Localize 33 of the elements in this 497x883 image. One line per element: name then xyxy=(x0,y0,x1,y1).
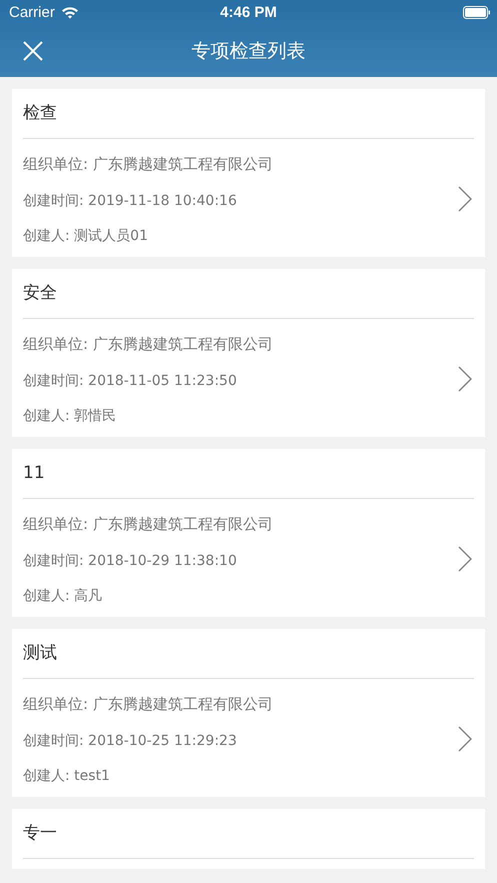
inspection-card[interactable]: 测试 组织单位: 广东腾越建筑工程有限公司 创建时间: 2018-10-25 11:29:23 创建人: test1 xyxy=(12,629,485,797)
chevron-right-icon xyxy=(458,546,472,572)
battery-icon xyxy=(463,6,491,19)
created-time-text: 创建时间: 2018-10-29 11:38:10 xyxy=(23,552,238,571)
organization-text: 组织单位: 广东腾越建筑工程有限公司 xyxy=(23,334,274,354)
created-time-text: 创建时间: 2019-11-18 10:40:16 xyxy=(23,192,238,211)
inspection-card[interactable]: 11 组织单位: 广东腾越建筑工程有限公司 创建时间: 2018-10-29 11:38:10 创建人: 高凡 xyxy=(12,449,485,617)
card-title: 检查 xyxy=(23,102,58,125)
chevron-right-icon xyxy=(458,366,472,392)
organization-text: 组织单位: 广东腾越建筑工程有限公司 xyxy=(23,694,274,714)
creator-text: 创建人: 郭惜民 xyxy=(23,407,118,426)
close-icon xyxy=(22,40,44,62)
organization-text: 组织单位: 广东腾越建筑工程有限公司 xyxy=(23,154,274,174)
page-title: 专项检查列表 xyxy=(192,39,306,64)
inspection-card[interactable]: 安全 组织单位: 广东腾越建筑工程有限公司 创建时间: 2018-11-05 11:23:50 创建人: 郭惜民 xyxy=(12,269,485,437)
creator-text: 创建人: 测试人员01 xyxy=(23,227,149,246)
created-time-text: 创建时间: 2018-10-25 11:29:23 xyxy=(23,732,238,751)
wifi-icon xyxy=(60,6,79,19)
organization-text: 组织单位: 广东腾越建筑工程有限公司 xyxy=(23,514,274,534)
inspection-card[interactable]: 检查 组织单位: 广东腾越建筑工程有限公司 创建时间: 2019-11-18 10:40:16 创建人: 测试人员01 xyxy=(12,89,485,257)
creator-text: 创建人: 高凡 xyxy=(23,587,104,606)
created-time-text: 创建时间: 2018-11-05 11:23:50 xyxy=(23,372,238,391)
card-title: 测试 xyxy=(23,642,58,665)
inspection-card[interactable]: 专一 xyxy=(12,809,485,869)
chevron-right-icon xyxy=(458,726,472,752)
chevron-right-icon xyxy=(458,186,472,212)
carrier-label: Carrier xyxy=(9,4,55,21)
card-title: 11 xyxy=(23,462,46,485)
status-time: 4:46 PM xyxy=(220,4,277,21)
card-title: 安全 xyxy=(23,282,58,305)
creator-text: 创建人: test1 xyxy=(23,767,111,786)
close-button[interactable] xyxy=(22,40,44,62)
card-title: 专一 xyxy=(23,822,58,845)
